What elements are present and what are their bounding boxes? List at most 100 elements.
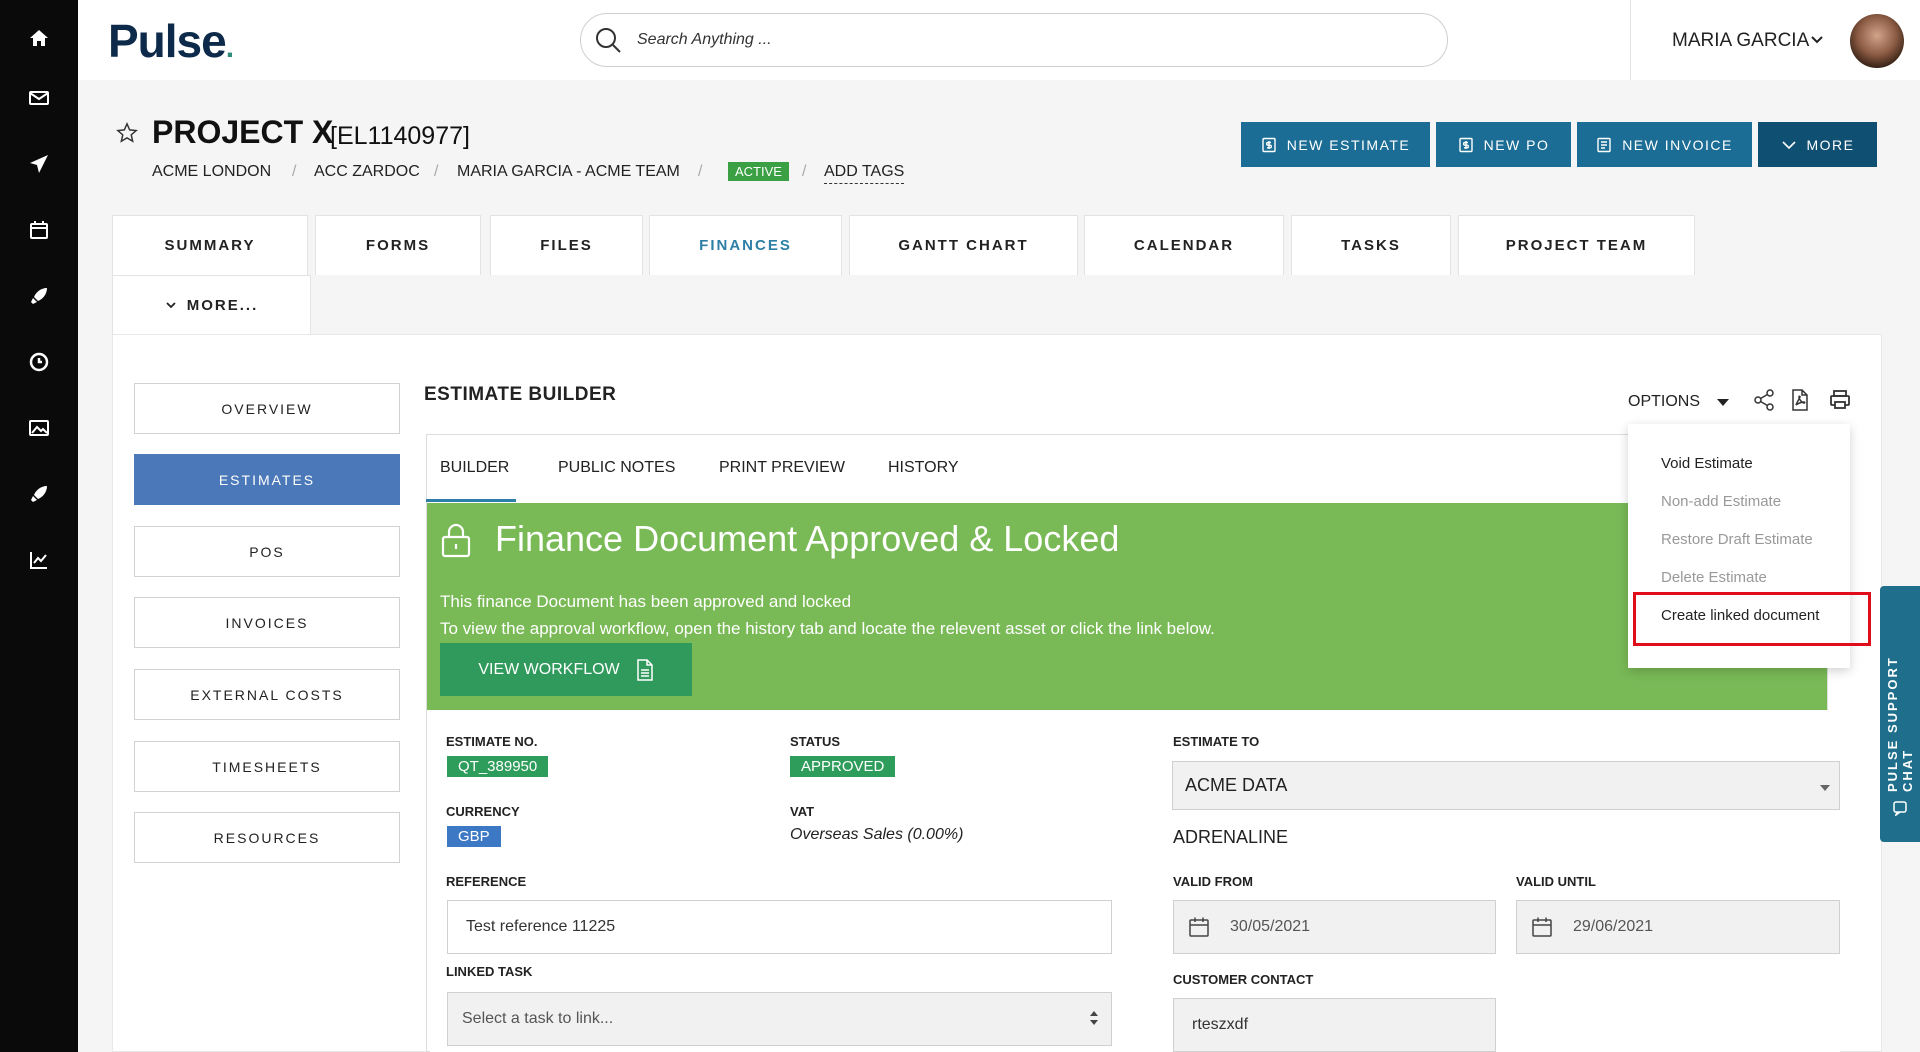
banner-message: This finance Document has been approved … [440,592,852,611]
menu-item-restore-draft-estimate[interactable]: Restore Draft Estimate [1661,531,1813,548]
estimate-to-select[interactable]: ACME DATA [1172,761,1840,810]
valid-until-field[interactable]: 29/06/2021 [1516,900,1840,954]
breadcrumb-team[interactable]: MARIA GARCIA - ACME TEAM [457,163,680,181]
view-workflow-button[interactable]: VIEW WORKFLOW [440,643,692,696]
project-code: [EL1140977] [330,122,470,150]
user-menu[interactable]: MARIA GARCIA [1672,30,1809,52]
sidebar-item-resources[interactable]: RESOURCES [134,812,400,863]
sidebar-item-external-costs[interactable]: EXTERNAL COSTS [134,669,400,720]
rail-home-button[interactable] [0,10,78,66]
status-badge: ACTIVE [728,162,789,181]
document-icon [636,658,653,681]
logo-dot: . [225,31,234,64]
rail-send-button[interactable] [0,136,78,192]
valid-from-field[interactable]: 30/05/2021 [1173,900,1496,954]
tab-files[interactable]: FILES [490,215,643,275]
share-icon[interactable] [1752,388,1776,412]
breadcrumb-client[interactable]: ACME LONDON [152,163,271,181]
breadcrumb-separator: / [698,163,703,180]
sidebar-item-timesheets[interactable]: TIMESHEETS [134,741,400,792]
rocket-icon [31,288,47,304]
add-tags-link[interactable]: ADD TAGS [824,163,905,184]
rail-time-button[interactable] [0,334,78,390]
rail-calendar-button[interactable] [0,202,78,258]
tab-gantt-chart[interactable]: GANTT CHART [849,215,1078,275]
pdf-icon[interactable] [1788,388,1812,412]
calendar-icon [1189,917,1209,937]
tab-more[interactable]: MORE... [112,275,311,334]
options-button[interactable]: OPTIONS [1628,393,1700,411]
chart-icon [30,552,47,569]
image-icon [29,420,49,436]
sidebar-item-invoices[interactable]: INVOICES [134,597,400,648]
header-divider [1630,0,1631,80]
new-invoice-button[interactable]: NEW INVOICE [1577,122,1752,167]
chevron-down-icon[interactable] [1810,33,1824,47]
breadcrumb-separator: / [434,163,439,180]
more-actions-button[interactable]: MORE [1758,122,1877,167]
estimate-to-subtitle: ADRENALINE [1173,827,1289,847]
caret-down-icon[interactable] [1716,398,1730,408]
avatar[interactable] [1850,14,1904,68]
estimate-no-label: ESTIMATE NO. [446,734,538,749]
status-label: STATUS [790,734,841,749]
tab-project-team[interactable]: PROJECT TEAM [1458,215,1695,275]
pulse-logo[interactable]: Pulse. [108,14,234,68]
linked-task-label: LINKED TASK [446,964,533,979]
rocket-icon [31,486,47,502]
paper-plane-icon [30,155,48,173]
rail-projects-button[interactable] [0,268,78,324]
tab-finances[interactable]: FINANCES [649,215,842,275]
reference-input[interactable] [466,918,1111,936]
calendar-icon [30,221,48,239]
linked-task-select[interactable]: Select a task to link... [447,992,1112,1046]
new-estimate-button[interactable]: NEW ESTIMATE [1241,122,1430,167]
print-icon[interactable] [1828,388,1852,412]
customer-contact-field[interactable]: rteszxdf [1173,998,1496,1052]
rail-mail-button[interactable] [0,70,78,126]
tab-tasks[interactable]: TASKS [1291,215,1451,275]
estimate-number-badge: QT_389950 [447,756,549,777]
section-title: ESTIMATE BUILDER [424,384,617,405]
tab-builder[interactable]: BUILDER [440,459,509,477]
search-bar[interactable] [580,13,1448,67]
new-po-button[interactable]: NEW PO [1436,122,1571,167]
status-badge: APPROVED [790,756,896,777]
po-doc-icon [1458,137,1473,152]
rail-reports-button[interactable] [0,532,78,588]
breadcrumb-separator: / [292,163,297,180]
tab-print-preview[interactable]: PRINT PREVIEW [719,459,845,477]
new-invoice-label: NEW INVOICE [1622,136,1733,153]
tab-summary[interactable]: SUMMARY [112,215,308,275]
sidebar-item-overview[interactable]: OVERVIEW [134,383,400,434]
banner-instructions: To view the approval workflow, open the … [440,619,1215,638]
tab-public-notes[interactable]: PUBLIC NOTES [558,459,675,477]
tab-forms[interactable]: FORMS [315,215,481,275]
valid-until-label: VALID UNTIL [1516,874,1596,889]
breadcrumb-account[interactable]: ACC ZARDOC [314,163,420,181]
highlight-box [1633,592,1871,646]
menu-item-void-estimate[interactable]: Void Estimate [1661,455,1753,472]
sidebar-item-estimates[interactable]: ESTIMATES [134,454,400,505]
reference-field[interactable] [447,900,1112,954]
invoice-doc-icon [1597,137,1611,152]
chevron-down-icon [166,302,176,309]
sidebar-item-pos[interactable]: POS [134,526,400,577]
lock-icon [441,523,471,558]
valid-from-label: VALID FROM [1173,874,1253,889]
tab-history[interactable]: HISTORY [888,459,959,477]
select-arrows-icon [1090,1011,1098,1025]
menu-item-delete-estimate[interactable]: Delete Estimate [1661,569,1767,586]
currency-badge: GBP [447,826,501,847]
tab-calendar[interactable]: CALENDAR [1084,215,1284,275]
rail-launch-button[interactable] [0,466,78,522]
search-input[interactable] [637,31,1397,49]
support-chat-label: PULSE SUPPORT CHAT [1885,656,1915,792]
star-icon[interactable] [116,122,138,144]
rail-media-button[interactable] [0,400,78,456]
home-icon [30,30,48,46]
currency-label: CURRENCY [446,804,520,819]
calendar-icon [1532,917,1552,937]
reference-label: REFERENCE [446,874,527,889]
menu-item-non-add-estimate[interactable]: Non-add Estimate [1661,493,1781,510]
